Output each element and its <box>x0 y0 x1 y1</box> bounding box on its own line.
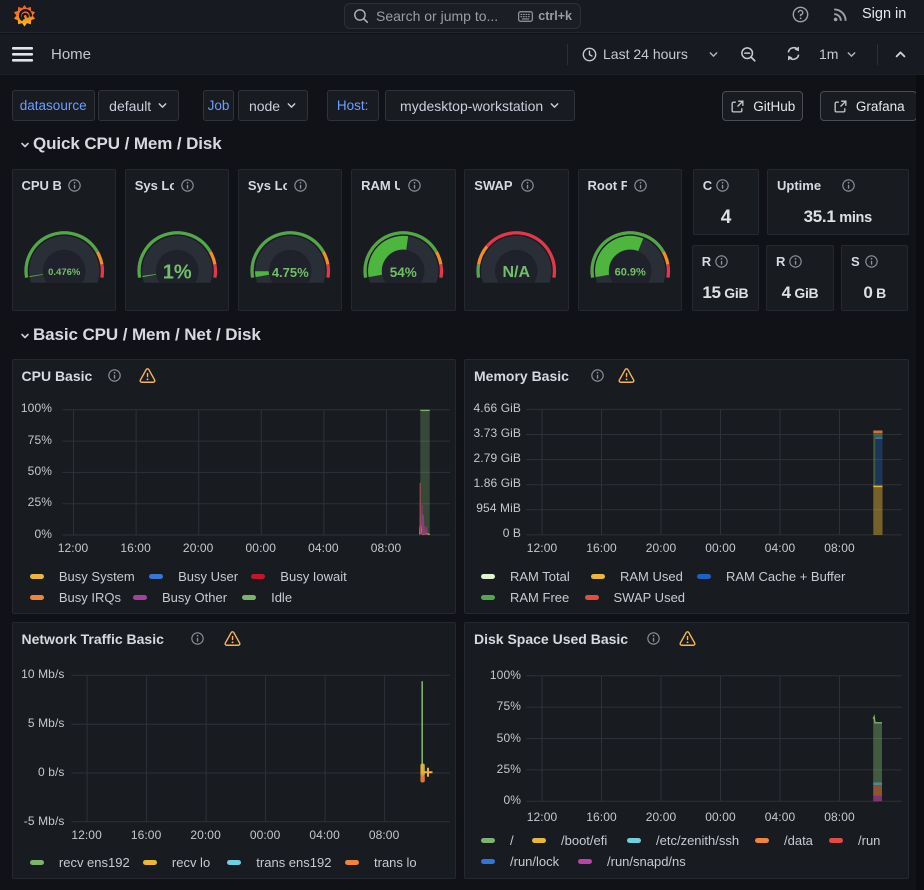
svg-text:0.476%: 0.476% <box>48 267 81 278</box>
svg-text:60.9%: 60.9% <box>614 266 645 278</box>
svg-text:54%: 54% <box>390 265 417 280</box>
svg-text:1%: 1% <box>162 261 191 283</box>
svg-text:4.75%: 4.75% <box>272 265 309 280</box>
svg-text:N/A: N/A <box>503 264 531 281</box>
